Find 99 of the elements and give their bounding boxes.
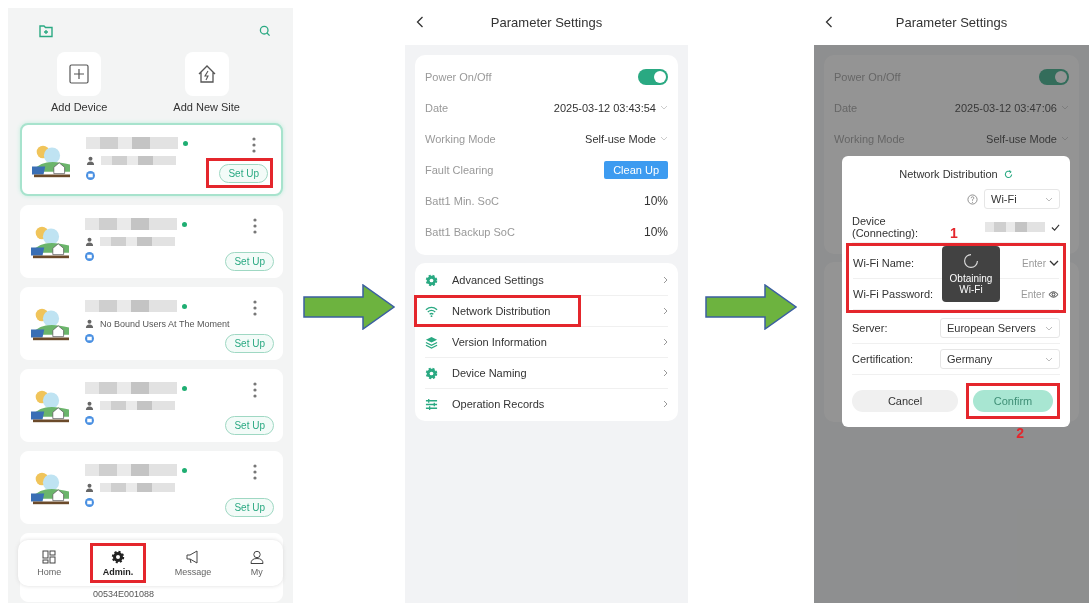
nav-tab[interactable]: Message: [174, 549, 212, 577]
setting-value: 10%: [643, 193, 668, 208]
dashboard-icon: [42, 550, 56, 563]
refresh-icon[interactable]: [1003, 169, 1013, 179]
setting-value[interactable]: Self-use Mode: [585, 132, 656, 145]
chevron-right-icon[interactable]: [663, 338, 668, 346]
screen-title: Parameter Settings: [895, 15, 1008, 30]
quick-action-label: Add New Site: [173, 101, 240, 113]
setting-value: 10%: [643, 224, 668, 239]
solar-house-drawing: [31, 224, 71, 260]
eye-icon[interactable]: [1048, 288, 1059, 300]
chevron-right-icon[interactable]: [663, 276, 668, 284]
blurred-text-placeholder: [985, 222, 1045, 232]
sliders-icon: [425, 397, 438, 411]
plus-square-icon: [69, 64, 90, 84]
setting-label: Working Mode: [425, 132, 497, 145]
field-label: Device (Connecting):: [852, 215, 920, 239]
menu-item-label[interactable]: Advanced Settings: [452, 274, 544, 286]
nav-tab[interactable]: My: [249, 549, 264, 577]
more-options-icon[interactable]: [253, 464, 257, 480]
back-icon[interactable]: [416, 16, 424, 28]
device-serial: 00534E001088: [93, 589, 155, 599]
device-icon: [85, 252, 94, 261]
setting-value[interactable]: 2025-03-12 03:43:54: [553, 101, 656, 114]
device-icon: [86, 171, 95, 180]
solar-house-drawing: [31, 470, 71, 506]
more-options-icon[interactable]: [253, 218, 257, 234]
quick-action-label: Add Device: [51, 101, 108, 113]
setting-label: Fault Clearing: [425, 163, 495, 176]
help-icon[interactable]: [967, 193, 978, 205]
power-toggle[interactable]: [1039, 68, 1069, 85]
setting-value[interactable]: Self-use Mode: [986, 132, 1057, 145]
select-field[interactable]: European Servers: [940, 318, 1060, 338]
step-number: 2: [1016, 425, 1024, 441]
chevron-right-icon[interactable]: [663, 400, 668, 408]
house-bolt-icon: [196, 64, 217, 84]
field-label: Certification:: [852, 353, 914, 365]
chevron-right-icon[interactable]: [663, 369, 668, 377]
menu-item-label[interactable]: Operation Records: [452, 398, 545, 410]
person-icon: [85, 319, 94, 328]
more-options-icon[interactable]: [253, 300, 257, 316]
more-options-icon[interactable]: [252, 137, 256, 153]
device-icon: [85, 498, 94, 507]
setting-label: Batt1 Min. SoC: [425, 194, 500, 207]
select-field[interactable]: Germany: [940, 349, 1060, 369]
field-label: Wi-Fi Password:: [853, 288, 934, 300]
solar-house-drawing: [31, 388, 71, 424]
dialog-title: Network Distribution: [899, 168, 998, 180]
chevron-down-icon[interactable]: [1049, 258, 1059, 268]
search-icon[interactable]: [259, 25, 271, 37]
check-icon: [1051, 222, 1060, 232]
nav-tab[interactable]: Home: [37, 549, 62, 577]
setting-label: Date: [425, 101, 450, 114]
back-icon[interactable]: [825, 16, 833, 28]
layers-icon: [425, 335, 438, 349]
mode-select[interactable]: Wi-Fi: [984, 189, 1060, 209]
cancel-button[interactable]: Cancel: [852, 390, 958, 412]
step-number: 1: [950, 225, 958, 241]
setting-label: Power On/Off: [425, 70, 493, 83]
menu-item-label[interactable]: Network Distribution: [452, 305, 551, 317]
input-field[interactable]: Enter: [1006, 257, 1059, 269]
person-icon: [85, 401, 94, 410]
folder-add-icon[interactable]: [38, 23, 54, 39]
chevron-down-icon: [1045, 325, 1053, 331]
setting-label: Batt1 Backup SoC: [425, 225, 516, 238]
power-toggle[interactable]: [638, 68, 668, 85]
setting-value[interactable]: 2025-03-12 03:47:06: [954, 101, 1057, 114]
device-icon: [85, 416, 94, 425]
megaphone-icon: [186, 550, 198, 563]
person-icon: [250, 550, 264, 564]
chevron-down-icon: [1045, 196, 1053, 202]
gear-icon: [425, 273, 438, 287]
field-label: Wi-Fi Name:: [853, 257, 915, 269]
menu-item-label[interactable]: Version Information: [452, 336, 547, 348]
wifi-icon: [425, 304, 438, 318]
solar-house-drawing: [31, 306, 71, 342]
person-icon: [86, 156, 95, 165]
device-icon: [85, 334, 94, 343]
chevron-down-icon: [1045, 356, 1053, 362]
input-field[interactable]: Enter: [1005, 288, 1059, 300]
user-text: No Bound Users At The Moment: [100, 318, 230, 329]
add-site-button[interactable]: [184, 52, 229, 96]
screen-title: Parameter Settings: [490, 15, 603, 30]
nav-tab[interactable]: Admin.: [102, 549, 134, 577]
chevron-down-icon: [660, 136, 668, 141]
chevron-down-icon: [660, 105, 668, 110]
field-label: Server:: [852, 322, 888, 334]
more-options-icon[interactable]: [253, 382, 257, 398]
spinner-icon: [963, 252, 979, 269]
chevron-right-icon[interactable]: [663, 307, 668, 315]
menu-item-label[interactable]: Device Naming: [452, 367, 527, 379]
toast-text: Obtaining Wi-Fi: [948, 272, 994, 296]
person-icon: [85, 237, 94, 246]
gear-icon: [425, 366, 438, 380]
add-device-button[interactable]: [57, 52, 102, 96]
person-icon: [85, 483, 94, 492]
device-card[interactable]: No Bound Users At The Moment Set Up: [20, 287, 283, 360]
gear-icon: [111, 550, 125, 563]
solar-house-drawing: [32, 143, 72, 179]
